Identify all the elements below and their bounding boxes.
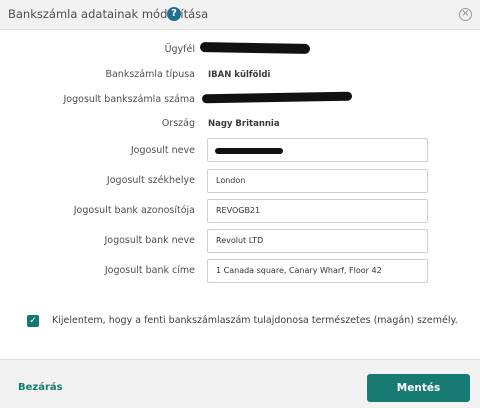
seat-field[interactable]: London xyxy=(207,169,428,193)
bank-name-label: Jogosult bank neve xyxy=(104,235,195,246)
help-icon[interactable]: ? xyxy=(167,7,181,21)
bank-address-label: Jogosult bank címe xyxy=(104,265,195,276)
name-label: Jogosult neve xyxy=(130,145,195,156)
redacted-name-value xyxy=(215,148,283,154)
declaration-text: Kijelentem, hogy a fenti bankszámlaszám … xyxy=(52,315,458,326)
country-label: Ország xyxy=(161,118,195,129)
declaration-checkbox[interactable]: ✓ xyxy=(27,315,39,327)
save-button[interactable]: Mentés xyxy=(367,374,470,402)
name-field[interactable] xyxy=(207,138,428,162)
close-button[interactable]: Bezárás xyxy=(18,382,63,393)
dialog-footer: Bezárás Mentés xyxy=(0,359,480,408)
bank-address-field-value: 1 Canada square, Canary Wharf, Floor 42 xyxy=(216,266,382,275)
seat-label: Jogosult székhelye xyxy=(106,175,195,186)
bank-name-field-value: Revolut LTD xyxy=(216,236,264,245)
account-number-label: Jogosult bankszámla száma xyxy=(63,94,195,105)
bank-id-label: Jogosult bank azonosítója xyxy=(73,205,195,216)
seat-field-value: London xyxy=(216,176,246,185)
client-label: Ügyfél xyxy=(164,44,195,55)
bank-id-field-value: REVOGB21 xyxy=(216,206,261,215)
account-type-value: IBAN külföldi xyxy=(208,70,271,80)
bank-address-field[interactable]: 1 Canada square, Canary Wharf, Floor 42 xyxy=(207,259,428,283)
bank-id-field[interactable]: REVOGB21 xyxy=(207,199,428,223)
account-type-label: Bankszámla típusa xyxy=(105,69,195,80)
redacted-client-value xyxy=(199,42,311,54)
redacted-account-number xyxy=(201,91,353,104)
dialog-header: Bankszámla adatainak módosítása ? × xyxy=(0,0,480,30)
close-icon[interactable]: × xyxy=(459,8,472,21)
bank-name-field[interactable]: Revolut LTD xyxy=(207,229,428,253)
country-value: Nagy Britannia xyxy=(208,119,280,129)
